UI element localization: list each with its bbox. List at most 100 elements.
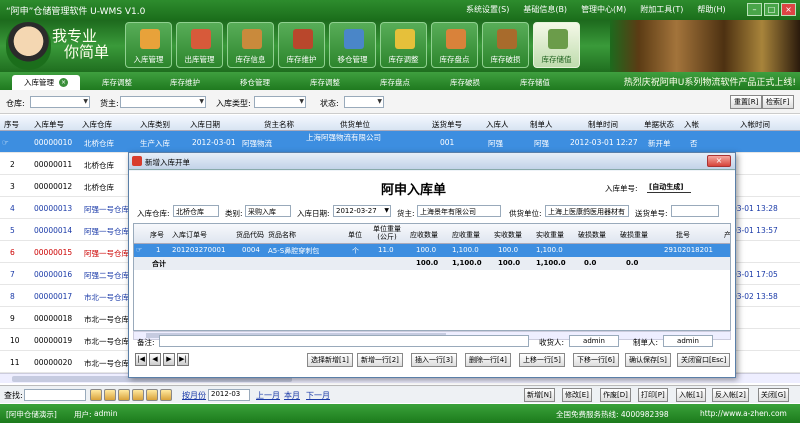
tool-transfer[interactable]: 移仓管理 [329,22,376,68]
menu-extra-tools[interactable]: 附加工具(T) [640,4,683,15]
detail-header-cell[interactable]: 产 [724,230,730,240]
close-window-button[interactable]: 关闭[G] [758,388,789,402]
grid-header-cell[interactable]: 入库单号 [34,119,64,130]
detail-cell-code[interactable]: 0004 [242,246,260,254]
tab-stock-maintain[interactable]: 库存维护 [152,75,218,90]
detail-header-cell[interactable]: 批号 [676,230,690,240]
tool-stocktake[interactable]: 库存盘点 [431,22,478,68]
grid-header-cell[interactable]: 序号 [4,119,19,130]
filter-icon[interactable] [104,389,116,401]
last-record-icon[interactable]: ▶| [177,353,189,366]
move-up-button[interactable]: 上移一行[5] [519,353,565,367]
table-row[interactable]: ☞ 00000010 北桥仓库 生产入库 2012-03-01 阿强物流 上海阿强物流有限公… [0,131,800,153]
detail-cell-name[interactable]: A5-S鼻腔穿刺包 [268,246,319,256]
reset-button[interactable]: 重置[R] [730,95,763,109]
maker-field[interactable]: admin [663,335,713,347]
tab-stock-adjust-2[interactable]: 库存调整 [292,75,358,90]
dialog-close-button[interactable]: × [707,155,731,167]
detail-header-cell[interactable]: 应收数量 [410,230,438,240]
detail-cell-uw[interactable]: 11.0 [378,246,394,254]
detail-header-cell[interactable]: 实收重量 [536,230,564,240]
detail-header-cell[interactable]: 货品名称 [268,230,296,240]
detail-cell-rqty[interactable]: 100.0 [498,246,518,254]
first-record-icon[interactable]: |◀ [135,353,147,366]
detail-cell-batch[interactable]: 29102018201 [664,246,713,254]
close-tab-icon[interactable]: × [59,78,68,87]
prev-month-link[interactable]: 上一月 [256,390,280,401]
refresh-icon[interactable] [132,389,144,401]
tool-stock-maintain[interactable]: 库存维护 [278,22,325,68]
warehouse-select[interactable] [30,96,90,108]
tool-outbound[interactable]: 出库管理 [176,22,223,68]
delivery-field[interactable] [671,205,719,217]
category-field[interactable]: 采购入库 [245,205,291,217]
detail-cell-n[interactable]: 1 [156,246,160,254]
tab-inbound[interactable]: 入库管理 × [12,75,80,90]
detail-cell-unit[interactable]: 个 [352,246,359,256]
grid-header-cell[interactable]: 送货单号 [432,119,462,130]
delete-row-button[interactable]: 删除一行[4] [465,353,511,367]
detail-cell-qty[interactable]: 100.0 [416,246,436,254]
close-dialog-button[interactable]: 关闭窗口[Esc] [677,353,731,367]
grid-header-cell[interactable]: 入帐 [684,119,699,130]
post-button[interactable]: 入帐[1] [676,388,706,402]
clear-icon[interactable] [118,389,130,401]
grid-header-cell[interactable]: 制单时间 [588,119,618,130]
tab-stocktake[interactable]: 库存盘点 [362,75,428,90]
settings-icon[interactable] [160,389,172,401]
close-button[interactable]: × [781,3,796,16]
new-button[interactable]: 新增[N] [524,388,555,402]
tab-stock-value[interactable]: 库存储值 [502,75,568,90]
menu-system-settings[interactable]: 系统设置(S) [466,4,509,15]
tool-stock-value[interactable]: 库存储值 [533,22,580,68]
insert-row-button[interactable]: 插入一行[3] [411,353,457,367]
minimize-button[interactable]: – [747,3,762,16]
tab-transfer[interactable]: 移仓管理 [222,75,288,90]
owner-field[interactable]: 上海景年有限公司 [417,205,501,217]
status-select[interactable] [344,96,384,108]
inbound-type-select[interactable] [254,96,306,108]
grid-header-cell[interactable]: 入库日期 [190,119,220,130]
add-row-button[interactable]: 新增一行[2] [357,353,403,367]
menu-help[interactable]: 帮助(H) [697,4,725,15]
maximize-button[interactable]: □ [764,3,779,16]
detail-header-cell[interactable]: 入库订单号 [172,230,207,240]
tool-damage[interactable]: 库存破损 [482,22,529,68]
menu-basic-info[interactable]: 基础信息(B) [523,4,567,15]
detail-header-cell[interactable]: 序号 [150,230,164,240]
unpost-button[interactable]: 反入帐[2] [712,388,749,402]
grid-header-cell[interactable]: 单据状态 [644,119,674,130]
tab-stock-adjust[interactable]: 库存调整 [84,75,150,90]
detail-header-cell[interactable]: 应收重量 [452,230,480,240]
detail-header-cell[interactable]: 单位 [348,230,362,240]
remark-field[interactable] [159,335,529,347]
detail-header-cell[interactable]: 货品代码 [236,230,264,240]
print-button[interactable]: 打印[P] [638,388,668,402]
void-button[interactable]: 作废[D] [600,388,631,402]
select-add-button[interactable]: 选择新增[1] [307,353,353,367]
this-month-link[interactable]: 本月 [284,390,300,401]
print-icon[interactable] [146,389,158,401]
month-input[interactable]: 2012-03 [208,389,250,401]
grid-header-cell[interactable]: 货主名称 [264,119,294,130]
tool-inbound[interactable]: 入库管理 [125,22,172,68]
grid-header-cell[interactable]: 供货单位 [340,119,370,130]
detail-header-cell[interactable]: 实收数量 [494,230,522,240]
menu-management-center[interactable]: 管理中心(M) [581,4,626,15]
search-button[interactable]: 检索[F] [762,95,794,109]
tool-stock-info[interactable]: 库存信息 [227,22,274,68]
search-input[interactable] [24,389,86,401]
detail-header-cell[interactable]: 破损重量 [620,230,648,240]
warehouse-field[interactable]: 北桥仓库 [173,205,219,217]
detail-cell-order[interactable]: 201203270001 [172,246,225,254]
detail-row[interactable]: ☞ 1 201203270001 0004 A5-S鼻腔穿刺包 个 11.0 100.0 1,1… [134,244,730,257]
search-icon[interactable] [90,389,102,401]
tool-stock-adjust[interactable]: 库存调整 [380,22,427,68]
detail-cell-w[interactable]: 1,100.0 [452,246,479,254]
edit-button[interactable]: 修改[E] [562,388,592,402]
grid-header-cell[interactable]: 入库类别 [140,119,170,130]
grid-header-cell[interactable]: 入帐时间 [740,119,770,130]
grid-header-cell[interactable]: 制单人 [530,119,553,130]
detail-header-cell[interactable]: 破损数量 [578,230,606,240]
by-month-link[interactable]: 按月份 [182,390,206,401]
